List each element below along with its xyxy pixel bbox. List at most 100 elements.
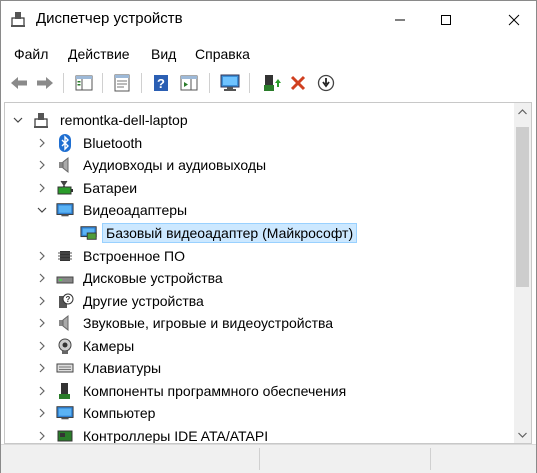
speaker-icon	[56, 156, 74, 174]
update-driver-button[interactable]	[259, 71, 283, 95]
properties-icon	[114, 74, 130, 92]
svg-text:?: ?	[157, 76, 165, 91]
tree-item-ide-controllers[interactable]: Контроллеры IDE ATA/ATAPI	[5, 425, 510, 444]
expand-chevron-icon[interactable]	[35, 290, 49, 312]
tree-item-cameras[interactable]: Камеры	[5, 335, 510, 357]
tree-item-other-devices[interactable]: ? Другие устройства	[5, 290, 510, 312]
tree-item-label: Контроллеры IDE ATA/ATAPI	[83, 428, 269, 444]
expand-chevron-icon[interactable]	[35, 177, 49, 199]
chevron-up-icon	[518, 108, 527, 114]
collapse-chevron-icon[interactable]	[35, 199, 49, 221]
computer-icon	[56, 404, 74, 422]
collapse-chevron-icon[interactable]	[11, 109, 25, 131]
tree-item-keyboards[interactable]: Клавиатуры	[5, 357, 510, 379]
scan-hardware-icon	[220, 74, 240, 91]
tree-item-label: Bluetooth	[83, 135, 143, 151]
tree-item-label: Аудиовходы и аудиовыходы	[83, 157, 267, 173]
battery-icon	[56, 179, 74, 197]
tree-item-label: Камеры	[83, 338, 135, 354]
tree-item-batteries[interactable]: Батареи	[5, 177, 510, 199]
tree-item-disk-drives[interactable]: Дисковые устройства	[5, 267, 510, 289]
tree-item-computer[interactable]: Компьютер	[5, 402, 510, 424]
title-bar[interactable]: Диспетчер устройств	[1, 1, 536, 39]
speaker-icon	[56, 314, 74, 332]
device-tree[interactable]: remontka-dell-laptop Bluetooth Аудиовход…	[4, 102, 532, 444]
help-button[interactable]: ?	[149, 71, 173, 95]
expand-chevron-icon[interactable]	[35, 380, 49, 402]
uninstall-device-button[interactable]	[286, 71, 310, 95]
scroll-up-button[interactable]	[514, 103, 531, 120]
tree-item-display-adapters[interactable]: Видеоадаптеры	[5, 199, 510, 221]
toolbar-separator	[141, 73, 142, 93]
menu-bar: Файл Действие Вид Справка	[1, 41, 536, 65]
tree-root-label: remontka-dell-laptop	[60, 112, 188, 128]
show-hide-tree-button[interactable]	[72, 71, 96, 95]
action-pane-icon	[180, 75, 198, 91]
expand-chevron-icon[interactable]	[35, 402, 49, 424]
status-segment	[431, 448, 535, 470]
status-bar	[1, 444, 536, 473]
device-manager-window: Диспетчер устройств Файл Действие Вид Сп…	[0, 0, 537, 473]
uninstall-device-icon	[290, 75, 306, 91]
chevron-down-icon	[518, 432, 527, 438]
expand-chevron-icon[interactable]	[35, 267, 49, 289]
window-title: Диспетчер устройств	[36, 10, 183, 27]
maximize-button[interactable]	[423, 1, 469, 39]
vertical-scrollbar[interactable]	[514, 103, 531, 443]
minimize-icon	[395, 19, 405, 21]
minimize-button[interactable]	[377, 1, 423, 39]
expand-chevron-icon[interactable]	[35, 357, 49, 379]
tree-item-sound-video-game[interactable]: Звуковые, игровые и видеоустройства	[5, 312, 510, 334]
expand-chevron-icon[interactable]	[35, 154, 49, 176]
device-manager-app-icon	[9, 10, 27, 28]
status-segment	[1, 448, 260, 470]
properties-button[interactable]	[110, 71, 134, 95]
disable-device-button[interactable]	[314, 71, 338, 95]
back-button[interactable]	[7, 71, 31, 95]
camera-icon	[56, 337, 74, 355]
tree-item-audio-io[interactable]: Аудиовходы и аудиовыходы	[5, 154, 510, 176]
tree-item-label: Базовый видеоадаптер (Майкрософт)	[102, 223, 358, 243]
menu-file[interactable]: Файл	[14, 46, 48, 62]
bluetooth-icon	[56, 134, 74, 152]
scroll-down-button[interactable]	[514, 426, 531, 443]
tree-item-label: Звуковые, игровые и видеоустройства	[83, 315, 334, 331]
tree-item-label: Видеоадаптеры	[83, 202, 188, 218]
expand-chevron-icon[interactable]	[35, 312, 49, 334]
tree-item-bluetooth[interactable]: Bluetooth	[5, 132, 510, 154]
toolbar-separator	[249, 73, 250, 93]
tree-root-row[interactable]: remontka-dell-laptop	[5, 109, 510, 131]
ide-controller-icon	[56, 427, 74, 443]
status-segment	[260, 448, 431, 470]
tree-item-label: Компьютер	[83, 405, 156, 421]
expand-chevron-icon[interactable]	[35, 335, 49, 357]
chip-icon	[56, 247, 74, 265]
forward-arrow-icon	[37, 77, 53, 89]
tree-item-label: Встроенное ПО	[83, 248, 185, 264]
tree-item-software-components[interactable]: Компоненты программного обеспечения	[5, 380, 510, 402]
update-driver-icon	[264, 75, 281, 91]
computer-root-icon	[32, 111, 50, 129]
maximize-icon	[441, 15, 451, 25]
tree-item-basic-display-adapter[interactable]: Базовый видеоадаптер (Майкрософт)	[5, 222, 510, 244]
expand-chevron-icon[interactable]	[35, 132, 49, 154]
forward-button[interactable]	[33, 71, 57, 95]
help-icon: ?	[154, 75, 168, 91]
toolbar: ?	[1, 67, 536, 99]
toolbar-separator	[209, 73, 210, 93]
svg-text:?: ?	[66, 295, 71, 304]
close-button[interactable]	[491, 1, 537, 39]
monitor-icon	[56, 201, 74, 219]
expand-chevron-icon[interactable]	[35, 425, 49, 443]
scan-hardware-button[interactable]	[218, 71, 242, 95]
display-adapter-icon	[80, 224, 98, 242]
disable-device-icon	[317, 74, 335, 92]
menu-view[interactable]: Вид	[151, 46, 176, 62]
tree-item-firmware[interactable]: Встроенное ПО	[5, 245, 510, 267]
expand-chevron-icon[interactable]	[35, 245, 49, 267]
menu-action[interactable]: Действие	[68, 46, 130, 62]
scrollbar-thumb[interactable]	[516, 127, 529, 287]
tree-item-label: Батареи	[83, 180, 138, 196]
menu-help[interactable]: Справка	[195, 46, 250, 62]
action-pane-button[interactable]	[177, 71, 201, 95]
